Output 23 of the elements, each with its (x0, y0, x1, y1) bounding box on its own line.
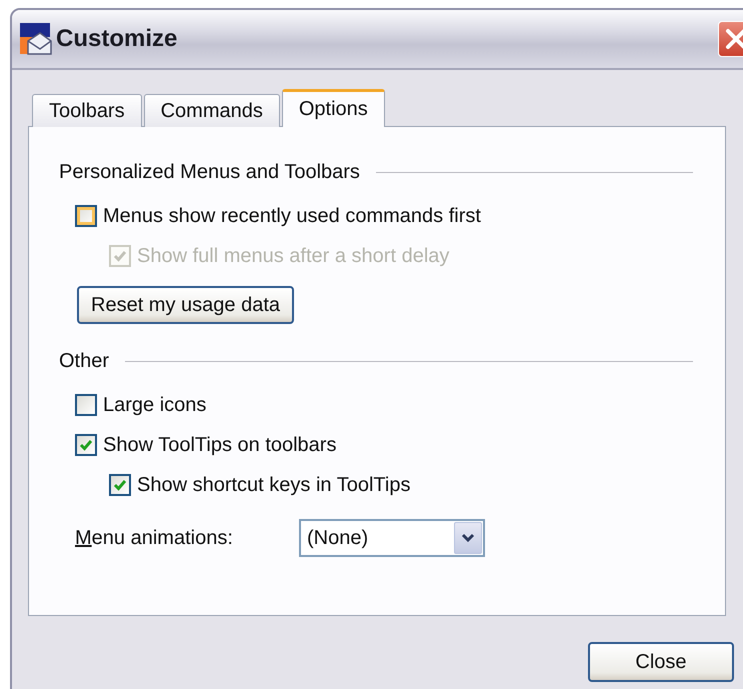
tab[interactable]: Options (282, 89, 385, 127)
chevron-down-icon (461, 533, 475, 543)
group-title: Other (59, 350, 110, 373)
checkbox-label: Show full menus after a short delay (137, 244, 450, 268)
check-icon (78, 437, 94, 453)
mail-icon (20, 23, 52, 55)
check-icon (112, 477, 128, 493)
window-title: Customize (56, 25, 178, 53)
dropdown-label: Menu animations: (75, 526, 234, 550)
checkbox[interactable] (109, 474, 131, 496)
checkbox-label: Large icons (103, 394, 206, 416)
tab[interactable]: Commands (144, 94, 280, 127)
tab[interactable]: Toolbars (32, 94, 142, 127)
checkbox[interactable] (75, 394, 97, 416)
checkbox-label: Show ToolTips on toolbars (103, 434, 336, 456)
checkbox-label: Show shortcut keys in ToolTips (137, 474, 410, 496)
group-title: Personalized Menus and Toolbars (59, 161, 360, 184)
reset-button[interactable]: Reset my usage data (77, 286, 294, 324)
checkbox-label: Menus show recently used commands first (103, 204, 481, 228)
animation-dropdown[interactable]: (None) (299, 519, 485, 557)
close-button[interactable]: Close (588, 642, 734, 682)
checkbox[interactable] (75, 434, 97, 456)
check-icon (112, 248, 128, 264)
